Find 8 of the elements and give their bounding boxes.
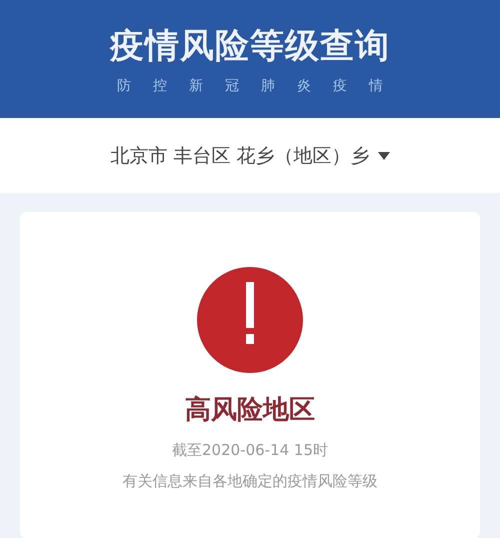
page-subtitle: 防控新冠肺炎疫情 [117, 77, 405, 95]
location-selector[interactable]: 北京市 丰台区 花乡（地区）乡 [110, 142, 390, 168]
warning-icon [196, 266, 304, 374]
update-time: 截至2020-06-14 15时 [172, 441, 328, 460]
page-title: 疫情风险等级查询 [110, 25, 390, 68]
source-note: 有关信息来自各地确定的疫情风险等级 [122, 472, 378, 491]
caret-icon [378, 152, 390, 160]
risk-level: 高风险地区 [185, 394, 315, 427]
